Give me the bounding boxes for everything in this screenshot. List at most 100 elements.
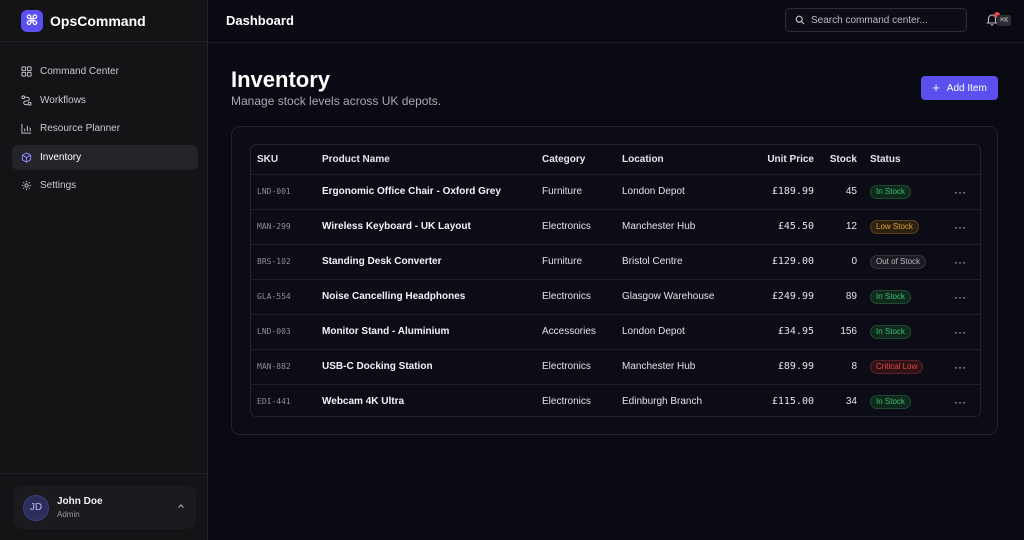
row-actions-cell: ··· [940, 244, 980, 279]
status-badge: Critical Low [870, 359, 924, 374]
page-subtitle: Manage stock levels across UK depots. [231, 94, 442, 108]
inventory-table: SKU Product Name Category Location Unit … [251, 145, 980, 416]
category-cell: Electronics [542, 221, 591, 232]
category-cell: Furniture [542, 256, 583, 267]
brand[interactable]: ⌘ OpsCommand [0, 0, 207, 42]
unit-price-cell: £129.00 [771, 256, 814, 267]
status-badge: Low Stock [870, 219, 919, 234]
search-icon [795, 15, 805, 25]
row-actions-cell: ··· [940, 279, 980, 314]
column-header-location[interactable]: Location [622, 145, 746, 174]
unit-price-cell: £189.99 [771, 186, 814, 197]
search-box[interactable] [785, 8, 967, 32]
stock-cell: 0 [851, 256, 857, 267]
user-menu[interactable]: JD John Doe Admin [13, 486, 196, 529]
table-row[interactable]: EDI-441 Webcam 4K Ultra Electronics Edinbur… [251, 384, 980, 416]
category-cell: Accessories [542, 326, 596, 337]
category-cell: Electronics [542, 396, 591, 408]
stock-cell: 8 [851, 361, 857, 372]
status-badge: In Stock [870, 184, 911, 199]
inventory-panel: SKU Product Name Category Location Unit … [231, 126, 998, 435]
status-badge: In Stock [870, 394, 911, 409]
location-cell: Edinburgh Branch [622, 396, 703, 408]
column-header-category[interactable]: Category [542, 145, 622, 174]
location-cell: Glasgow Warehouse [622, 291, 715, 302]
sidebar-item-workflows[interactable]: Workflows [12, 88, 198, 113]
sidebar-item-label: Settings [40, 180, 77, 191]
product-name-cell: Noise Cancelling Headphones [322, 291, 466, 302]
more-options-icon[interactable]: ··· [954, 290, 966, 304]
shortcut-badge: ⌘K [997, 15, 1012, 26]
sku-cell: GLA-554 [257, 292, 291, 301]
product-name-cell: Ergonomic Office Chair - Oxford Grey [322, 186, 501, 197]
product-name-cell: Monitor Stand - Aluminium [322, 326, 450, 337]
row-actions-cell: ··· [940, 174, 980, 209]
status-cell: In Stock [859, 384, 940, 416]
stock-cell: 12 [845, 221, 857, 232]
category-cell: Furniture [542, 186, 583, 197]
stock-cell: 156 [840, 326, 857, 337]
status-cell: In Stock [859, 279, 940, 314]
gear-icon [21, 180, 32, 191]
sidebar-item-label: Command Center [40, 66, 119, 77]
add-item-button[interactable]: + Add Item [921, 76, 998, 100]
unit-price-cell: £45.50 [777, 221, 814, 232]
table-row[interactable]: GLA-554 Noise Cancelling Headphones Electr… [251, 279, 980, 314]
table-row[interactable]: LND-003 Monitor Stand - Aluminium Accessor… [251, 314, 980, 349]
stock-cell: 34 [845, 396, 857, 408]
sidebar-item-command-center[interactable]: Command Center [12, 59, 198, 84]
grid-icon [21, 66, 32, 77]
status-badge: Out of Stock [870, 254, 927, 269]
app-name: OpsCommand [50, 12, 146, 29]
column-header-sku[interactable]: SKU [251, 145, 322, 174]
more-options-icon[interactable]: ··· [954, 325, 966, 339]
product-name-cell: Wireless Keyboard - UK Layout [322, 221, 471, 232]
unit-price-cell: £115.00 [771, 396, 814, 408]
more-options-icon[interactable]: ··· [954, 360, 966, 374]
table-row[interactable]: MAN-299 Wireless Keyboard - UK Layout Elec… [251, 209, 980, 244]
user-role: Admin [57, 510, 80, 519]
status-cell: Critical Low [859, 349, 940, 384]
location-cell: London Depot [622, 186, 685, 197]
unit-price-cell: £249.99 [771, 291, 814, 302]
app-logo-icon: ⌘ [21, 9, 43, 32]
unit-price-cell: £89.99 [777, 361, 814, 372]
table-row[interactable]: MAN-882 USB-C Docking Station Electronics M… [251, 349, 980, 384]
table-row[interactable]: BRS-102 Standing Desk Converter Furniture B… [251, 244, 980, 279]
add-item-label: Add Item [946, 82, 987, 94]
stock-cell: 89 [845, 291, 857, 302]
sidebar-item-settings[interactable]: Settings [12, 173, 198, 198]
column-header-status[interactable]: Status [859, 145, 940, 174]
status-badge: In Stock [870, 324, 911, 339]
sku-cell: LND-001 [257, 187, 291, 196]
sidebar-footer: JD John Doe Admin [0, 473, 207, 540]
page-header-title: Dashboard [226, 13, 294, 28]
column-header-stock[interactable]: Stock [814, 145, 859, 174]
sidebar-nav: Command Center Workflows Resource Planne… [0, 42, 207, 198]
sidebar-item-resource-planner[interactable]: Resource Planner [12, 116, 198, 141]
plus-icon: + [932, 80, 940, 95]
location-cell: Bristol Centre [622, 256, 683, 267]
bar-chart-icon [21, 123, 32, 134]
more-options-icon[interactable]: ··· [954, 395, 966, 409]
search-input[interactable] [811, 14, 961, 26]
top-bar: Dashboard ⌘K [208, 0, 1024, 43]
column-header-unit-price[interactable]: Unit Price [746, 145, 814, 174]
sidebar: ⌘ OpsCommand Command Center Workflows Re… [0, 0, 208, 540]
sku-cell: BRS-102 [257, 257, 291, 266]
user-info: John Doe Admin [57, 496, 103, 519]
workflow-icon [21, 94, 32, 106]
more-options-icon[interactable]: ··· [954, 220, 966, 234]
sku-cell: MAN-882 [257, 362, 291, 371]
product-name-cell: USB-C Docking Station [322, 361, 433, 372]
sidebar-item-inventory[interactable]: Inventory [12, 144, 198, 170]
row-actions-cell: ··· [940, 384, 980, 416]
location-cell: London Depot [622, 326, 685, 337]
more-options-icon[interactable]: ··· [954, 185, 966, 199]
column-header-product-name[interactable]: Product Name [322, 145, 542, 174]
more-options-icon[interactable]: ··· [954, 255, 966, 269]
sku-cell: MAN-299 [257, 222, 291, 231]
table-row[interactable]: LND-001 Ergonomic Office Chair - Oxford G… [251, 174, 980, 209]
status-cell: Low Stock [859, 209, 940, 244]
table-header-row: SKU Product Name Category Location Unit … [251, 145, 980, 174]
